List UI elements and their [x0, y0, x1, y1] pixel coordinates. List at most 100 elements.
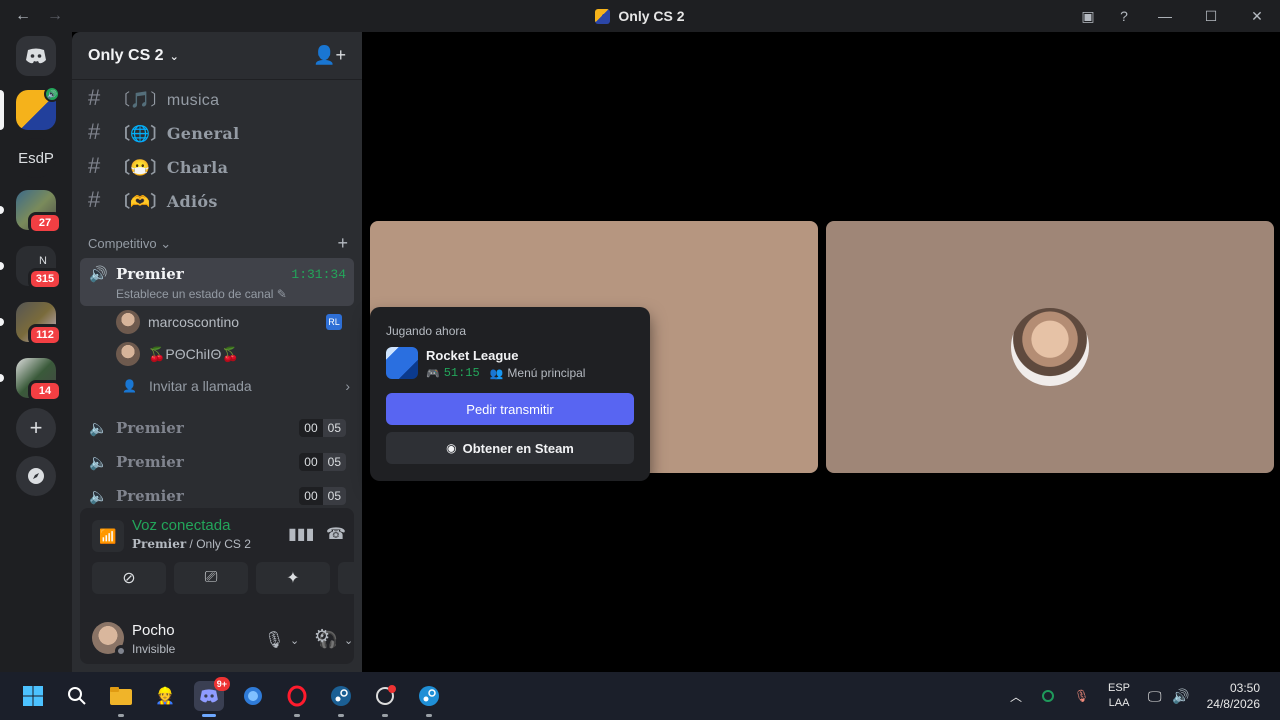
user-name[interactable]: Pocho	[132, 622, 175, 639]
discord-home-icon[interactable]	[16, 36, 56, 76]
compass-icon[interactable]	[16, 456, 56, 496]
mention-badge: 112	[28, 324, 62, 346]
server-esdp[interactable]: EsdP	[16, 138, 56, 178]
user-limit-counter: 00 05	[299, 487, 346, 505]
inbox-icon[interactable]: ▣	[1070, 0, 1106, 32]
server-only-cs2-icon[interactable]: 🔊	[16, 86, 60, 130]
camera-off-icon: ⊘	[122, 570, 136, 587]
channel-charla[interactable]: # 〔😷〕Charla	[80, 150, 354, 182]
keyboard-layout: LAA	[1108, 697, 1130, 709]
voice-channel-name: Premier	[116, 265, 184, 283]
voice-channel[interactable]: 🔈 Premier 00 05	[80, 446, 354, 478]
invite-people-icon[interactable]: 👤+	[313, 45, 346, 66]
running-indicator	[294, 714, 300, 717]
server-name[interactable]: Only CS 2 ⌄	[88, 47, 179, 65]
user-limit: 05	[322, 419, 346, 437]
server-logo-icon	[595, 9, 611, 24]
user-count: 00	[299, 453, 323, 471]
game-name: Rocket League	[426, 348, 519, 363]
voice-channel[interactable]: 🔈 Premier 00 05	[80, 412, 354, 444]
microphone-icon[interactable]: 🎙	[264, 630, 284, 650]
voice-member[interactable]: marcoscontino RL	[116, 307, 342, 337]
activity-heading: Jugando ahora	[386, 324, 467, 338]
input-language[interactable]: ESP LAA	[1108, 681, 1130, 711]
noise-suppression-icon[interactable]: ▮▮▮	[288, 524, 314, 544]
category-competitivo[interactable]: Competitivo ⌄ +	[88, 233, 348, 254]
server-folder-3-icon[interactable]: 112	[16, 302, 62, 346]
steam-icon[interactable]	[326, 681, 356, 717]
camera-off-button[interactable]: ⊘	[92, 562, 166, 594]
system-clock[interactable]: 03:50 24/8/2026	[1207, 680, 1260, 712]
voice-location-separator: /	[186, 537, 197, 551]
chevron-down-icon[interactable]: ⌄	[290, 634, 299, 647]
search-icon[interactable]	[62, 681, 92, 711]
mention-badge: 27	[28, 212, 62, 234]
gear-icon[interactable]: ⚙	[314, 626, 330, 647]
opera-icon[interactable]	[282, 681, 312, 717]
volume-icon[interactable]: 🔊	[1172, 672, 1189, 720]
discord-taskbar-icon[interactable]: 9+	[194, 677, 230, 717]
activities-icon: ✦	[286, 570, 300, 587]
minimize-button[interactable]: —	[1142, 0, 1188, 32]
active-indicator	[202, 714, 216, 717]
voice-channel-name: Premier	[116, 453, 184, 471]
cs2-icon[interactable]	[370, 681, 400, 717]
close-button[interactable]: ✕	[1234, 0, 1280, 32]
chevron-down-icon[interactable]: ⌄	[344, 634, 353, 647]
call-timer: 1:31:34	[291, 267, 346, 282]
selected-server-pill	[0, 90, 4, 130]
voice-location-server: Only CS 2	[196, 537, 251, 551]
tray-app-icon[interactable]	[1042, 672, 1054, 720]
channel-adios[interactable]: # 〔🫶〕Adiós	[80, 184, 354, 216]
server-header[interactable]: Only CS 2 ⌄ 👤+	[72, 32, 362, 80]
app-icon[interactable]: 👷	[150, 681, 180, 711]
voice-channel-active[interactable]: 🔊 Premier 1:31:34 Establece un estado de…	[80, 258, 354, 306]
voice-location[interactable]: Premier / Only CS 2	[132, 537, 251, 551]
hash-icon: #	[88, 153, 101, 178]
request-stream-button[interactable]: Pedir transmitir	[386, 393, 634, 425]
avatar[interactable]	[92, 622, 127, 657]
server-folder-4-icon[interactable]: 14	[16, 358, 62, 402]
unread-pill	[0, 374, 4, 382]
voice-channel-name: Premier	[116, 487, 184, 505]
network-icon[interactable]: 🖵	[1148, 672, 1162, 720]
elapsed-time: 51:15	[443, 366, 480, 380]
chevron-up-icon[interactable]: ︿	[1010, 672, 1022, 720]
windows-start-icon[interactable]	[18, 681, 48, 711]
user-limit-counter: 00 05	[299, 453, 346, 471]
disconnect-icon[interactable]: ☎	[326, 524, 346, 544]
person-add-icon: 👤	[122, 379, 137, 393]
channel-musica[interactable]: # 〔🎵〕musica	[80, 82, 354, 114]
voice-channel-name: Premier	[116, 419, 184, 437]
server-folder-1-icon[interactable]: 27	[16, 190, 62, 234]
browser-icon[interactable]	[238, 681, 268, 711]
mention-badge: 315	[28, 268, 62, 290]
microphone-icon[interactable]: 🎙	[1074, 672, 1089, 720]
create-channel-icon[interactable]: +	[337, 233, 348, 254]
screen-share-icon: ⎚	[204, 569, 218, 586]
voice-connected-label[interactable]: Voz conectada	[132, 517, 230, 534]
participant-tile[interactable]	[826, 221, 1274, 473]
file-explorer-icon[interactable]	[106, 681, 136, 717]
channel-general[interactable]: # 〔🌐〕General	[80, 116, 354, 148]
signal-icon[interactable]: 📶	[92, 520, 124, 552]
invite-to-call[interactable]: 👤 Invitar a llamada ›	[122, 374, 350, 398]
running-indicator	[426, 714, 432, 717]
participant-avatar	[1011, 308, 1089, 386]
avatar	[116, 310, 140, 334]
voice-member[interactable]: 🍒PΘChiΙΘ🍒	[116, 339, 239, 369]
voice-stage: Jugando ahora Rocket League 🎮 51:15 👥 Me…	[362, 32, 1280, 672]
add-server-icon[interactable]: +	[16, 408, 56, 448]
channel-status[interactable]: Establece un estado de canal ✎	[116, 287, 287, 301]
chevron-down-icon: ⌄	[160, 236, 172, 251]
activities-button[interactable]: ✦	[256, 562, 330, 594]
get-on-steam-button[interactable]: ◉ Obtener en Steam	[386, 432, 634, 464]
server-folder-2-icon[interactable]: N 315	[16, 246, 62, 290]
invite-label: Invitar a llamada	[148, 378, 252, 394]
help-icon[interactable]: ?	[1106, 0, 1142, 32]
voice-connection-panel: 📶 Voz conectada Premier / Only CS 2 ▮▮▮ …	[80, 508, 412, 664]
screen-share-button[interactable]: ⎚	[174, 562, 248, 594]
steam-icon[interactable]	[414, 681, 444, 717]
game-meta: 🎮 51:15 👥 Menú principal	[426, 366, 585, 380]
maximize-button[interactable]: ☐	[1188, 0, 1234, 32]
